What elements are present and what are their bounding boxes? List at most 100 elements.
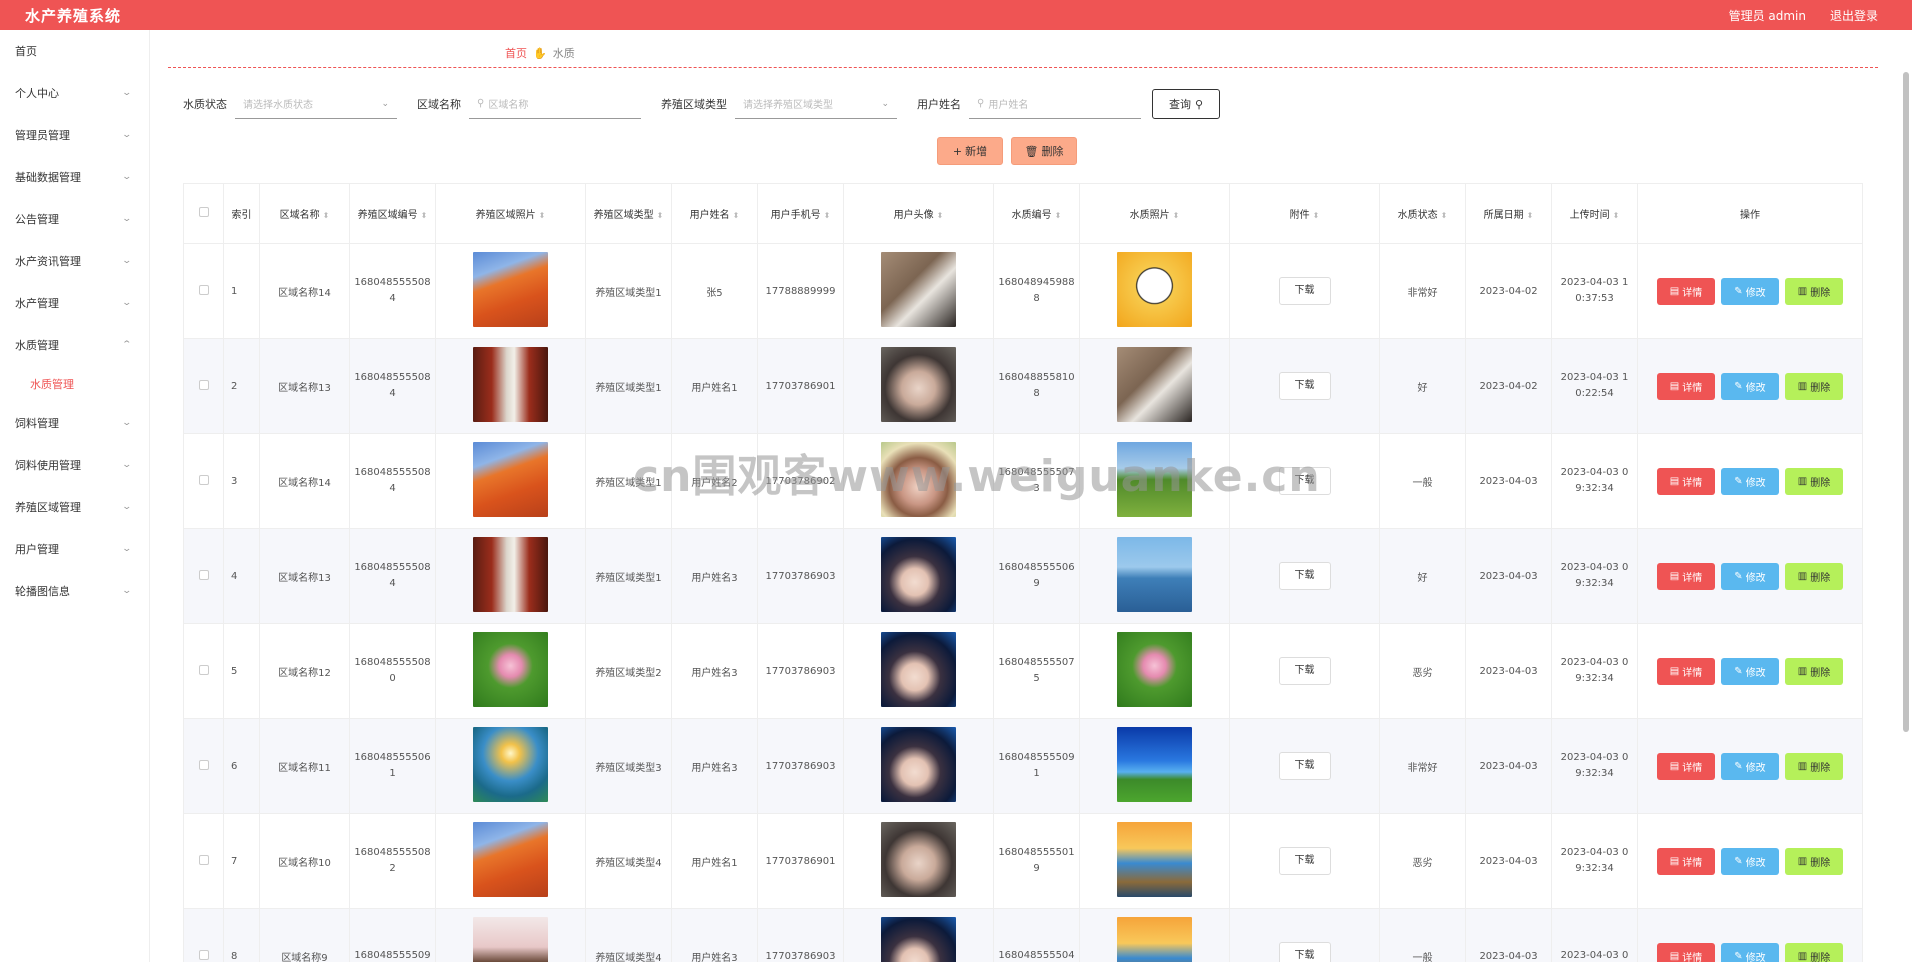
water-quality-photo[interactable] — [1117, 632, 1192, 707]
user-label[interactable]: 管理员 admin — [1729, 7, 1806, 24]
download-button[interactable]: 下载 — [1278, 372, 1331, 400]
sidebar-subitem-active[interactable]: 水质管理 — [0, 366, 149, 402]
sort-icon[interactable]: ⬍ — [1613, 211, 1620, 220]
user-avatar[interactable] — [881, 917, 956, 962]
sort-icon[interactable]: ⬍ — [539, 211, 546, 220]
area-photo[interactable] — [473, 537, 548, 612]
detail-button[interactable]: ▤ 详情 — [1657, 657, 1715, 685]
delete-button[interactable]: ▥ 删除 — [1785, 752, 1843, 780]
delete-button[interactable]: ▥ 删除 — [1785, 277, 1843, 305]
sidebar-item[interactable]: 个人中心 ⌄ — [0, 72, 149, 114]
water-quality-photo[interactable] — [1117, 822, 1192, 897]
column-header[interactable]: 养殖区域照片 ⬍ — [435, 183, 586, 244]
column-header[interactable]: 附件 ⬍ — [1229, 183, 1380, 244]
sort-icon[interactable]: ⬍ — [1527, 211, 1534, 220]
user-avatar[interactable] — [881, 727, 956, 802]
sort-icon[interactable]: ⬍ — [1313, 211, 1320, 220]
water-quality-photo[interactable] — [1117, 442, 1192, 517]
edit-button[interactable]: ✎ 修改 — [1721, 372, 1779, 400]
delete-button[interactable]: ▥ 删除 — [1785, 657, 1843, 685]
user-avatar[interactable] — [881, 632, 956, 707]
water-quality-photo[interactable] — [1117, 252, 1192, 327]
sidebar-item[interactable]: 饲料管理 ⌄ — [0, 402, 149, 444]
sort-icon[interactable]: ⬍ — [657, 211, 664, 220]
column-header[interactable]: 所属日期 ⬍ — [1465, 183, 1552, 244]
area-photo[interactable] — [473, 252, 548, 327]
water-quality-photo[interactable] — [1117, 727, 1192, 802]
column-header[interactable]: 水质照片 ⬍ — [1079, 183, 1230, 244]
sidebar-item[interactable]: 水产管理 ⌄ — [0, 282, 149, 324]
edit-button[interactable]: ✎ 修改 — [1721, 752, 1779, 780]
sidebar-item[interactable]: 轮播图信息 ⌄ — [0, 570, 149, 612]
download-button[interactable]: 下载 — [1278, 562, 1331, 590]
download-button[interactable]: 下载 — [1278, 657, 1331, 685]
download-button[interactable]: 下载 — [1278, 847, 1331, 875]
water-quality-photo[interactable] — [1117, 347, 1192, 422]
column-header[interactable]: 用户姓名 ⬍ — [671, 183, 758, 244]
row-checkbox[interactable] — [198, 759, 209, 770]
area-filter-input[interactable]: ⚲ 区域名称 — [469, 89, 641, 119]
row-checkbox[interactable] — [198, 284, 209, 295]
detail-button[interactable]: ▤ 详情 — [1657, 372, 1715, 400]
edit-button[interactable]: ✎ 修改 — [1721, 847, 1779, 875]
delete-button[interactable]: ▥ 删除 — [1785, 562, 1843, 590]
type-filter-select[interactable]: 请选择养殖区域类型 ⌄ — [735, 89, 897, 119]
download-button[interactable]: 下载 — [1278, 942, 1331, 962]
query-button[interactable]: 查询 ⚲ — [1152, 89, 1220, 119]
column-header[interactable]: 水质状态 ⬍ — [1379, 183, 1466, 244]
status-filter-select[interactable]: 请选择水质状态 ⌄ — [235, 89, 397, 119]
user-avatar[interactable] — [881, 442, 956, 517]
delete-button[interactable]: ▥ 删除 — [1785, 372, 1843, 400]
sort-icon[interactable]: ⬍ — [733, 211, 740, 220]
sidebar-item[interactable]: 基础数据管理 ⌄ — [0, 156, 149, 198]
sidebar-item[interactable]: 公告管理 ⌄ — [0, 198, 149, 240]
column-header[interactable]: 养殖区域类型 ⬍ — [585, 183, 672, 244]
area-photo[interactable] — [473, 347, 548, 422]
column-header[interactable]: 用户手机号 ⬍ — [757, 183, 844, 244]
row-checkbox[interactable] — [198, 569, 209, 580]
area-photo[interactable] — [473, 632, 548, 707]
batch-delete-button[interactable]: 🗑 删除 — [1011, 137, 1077, 165]
sidebar-item[interactable]: 水产资讯管理 ⌄ — [0, 240, 149, 282]
sidebar-item[interactable]: 首页 — [0, 30, 149, 72]
select-all-checkbox[interactable] — [198, 207, 209, 217]
edit-button[interactable]: ✎ 修改 — [1721, 657, 1779, 685]
row-checkbox[interactable] — [198, 474, 209, 485]
add-button[interactable]: + 新增 — [937, 137, 1003, 165]
user-avatar[interactable] — [881, 822, 956, 897]
detail-button[interactable]: ▤ 详情 — [1657, 277, 1715, 305]
sort-icon[interactable]: ⬍ — [323, 211, 330, 220]
edit-button[interactable]: ✎ 修改 — [1721, 467, 1779, 495]
delete-button[interactable]: ▥ 删除 — [1785, 467, 1843, 495]
area-photo[interactable] — [473, 822, 548, 897]
sidebar-item[interactable]: 水质管理 ⌃ — [0, 324, 149, 366]
detail-button[interactable]: ▤ 详情 — [1657, 752, 1715, 780]
column-header[interactable]: 养殖区域编号 ⬍ — [349, 183, 436, 244]
edit-button[interactable]: ✎ 修改 — [1721, 277, 1779, 305]
user-avatar[interactable] — [881, 252, 956, 327]
sort-icon[interactable]: ⬍ — [1055, 211, 1062, 220]
scrollbar-thumb[interactable] — [1903, 72, 1909, 732]
water-quality-photo[interactable] — [1117, 537, 1192, 612]
row-checkbox[interactable] — [198, 379, 209, 390]
breadcrumb-home[interactable]: 首页 — [505, 45, 527, 61]
user-avatar[interactable] — [881, 537, 956, 612]
column-header[interactable]: 水质编号 ⬍ — [993, 183, 1080, 244]
sort-icon[interactable]: ⬍ — [937, 211, 944, 220]
sort-icon[interactable]: ⬍ — [1173, 211, 1180, 220]
sort-icon[interactable]: ⬍ — [824, 211, 831, 220]
column-header[interactable]: 上传时间 ⬍ — [1551, 183, 1638, 244]
water-quality-photo[interactable] — [1117, 917, 1192, 962]
area-photo[interactable] — [473, 442, 548, 517]
sort-icon[interactable]: ⬍ — [421, 211, 428, 220]
detail-button[interactable]: ▤ 详情 — [1657, 467, 1715, 495]
edit-button[interactable]: ✎ 修改 — [1721, 942, 1779, 962]
sidebar-item[interactable]: 用户管理 ⌄ — [0, 528, 149, 570]
sort-icon[interactable]: ⬍ — [1441, 211, 1448, 220]
row-checkbox[interactable] — [198, 854, 209, 865]
delete-button[interactable]: ▥ 删除 — [1785, 847, 1843, 875]
download-button[interactable]: 下载 — [1278, 277, 1331, 305]
sidebar-item[interactable]: 养殖区域管理 ⌄ — [0, 486, 149, 528]
edit-button[interactable]: ✎ 修改 — [1721, 562, 1779, 590]
download-button[interactable]: 下载 — [1278, 752, 1331, 780]
